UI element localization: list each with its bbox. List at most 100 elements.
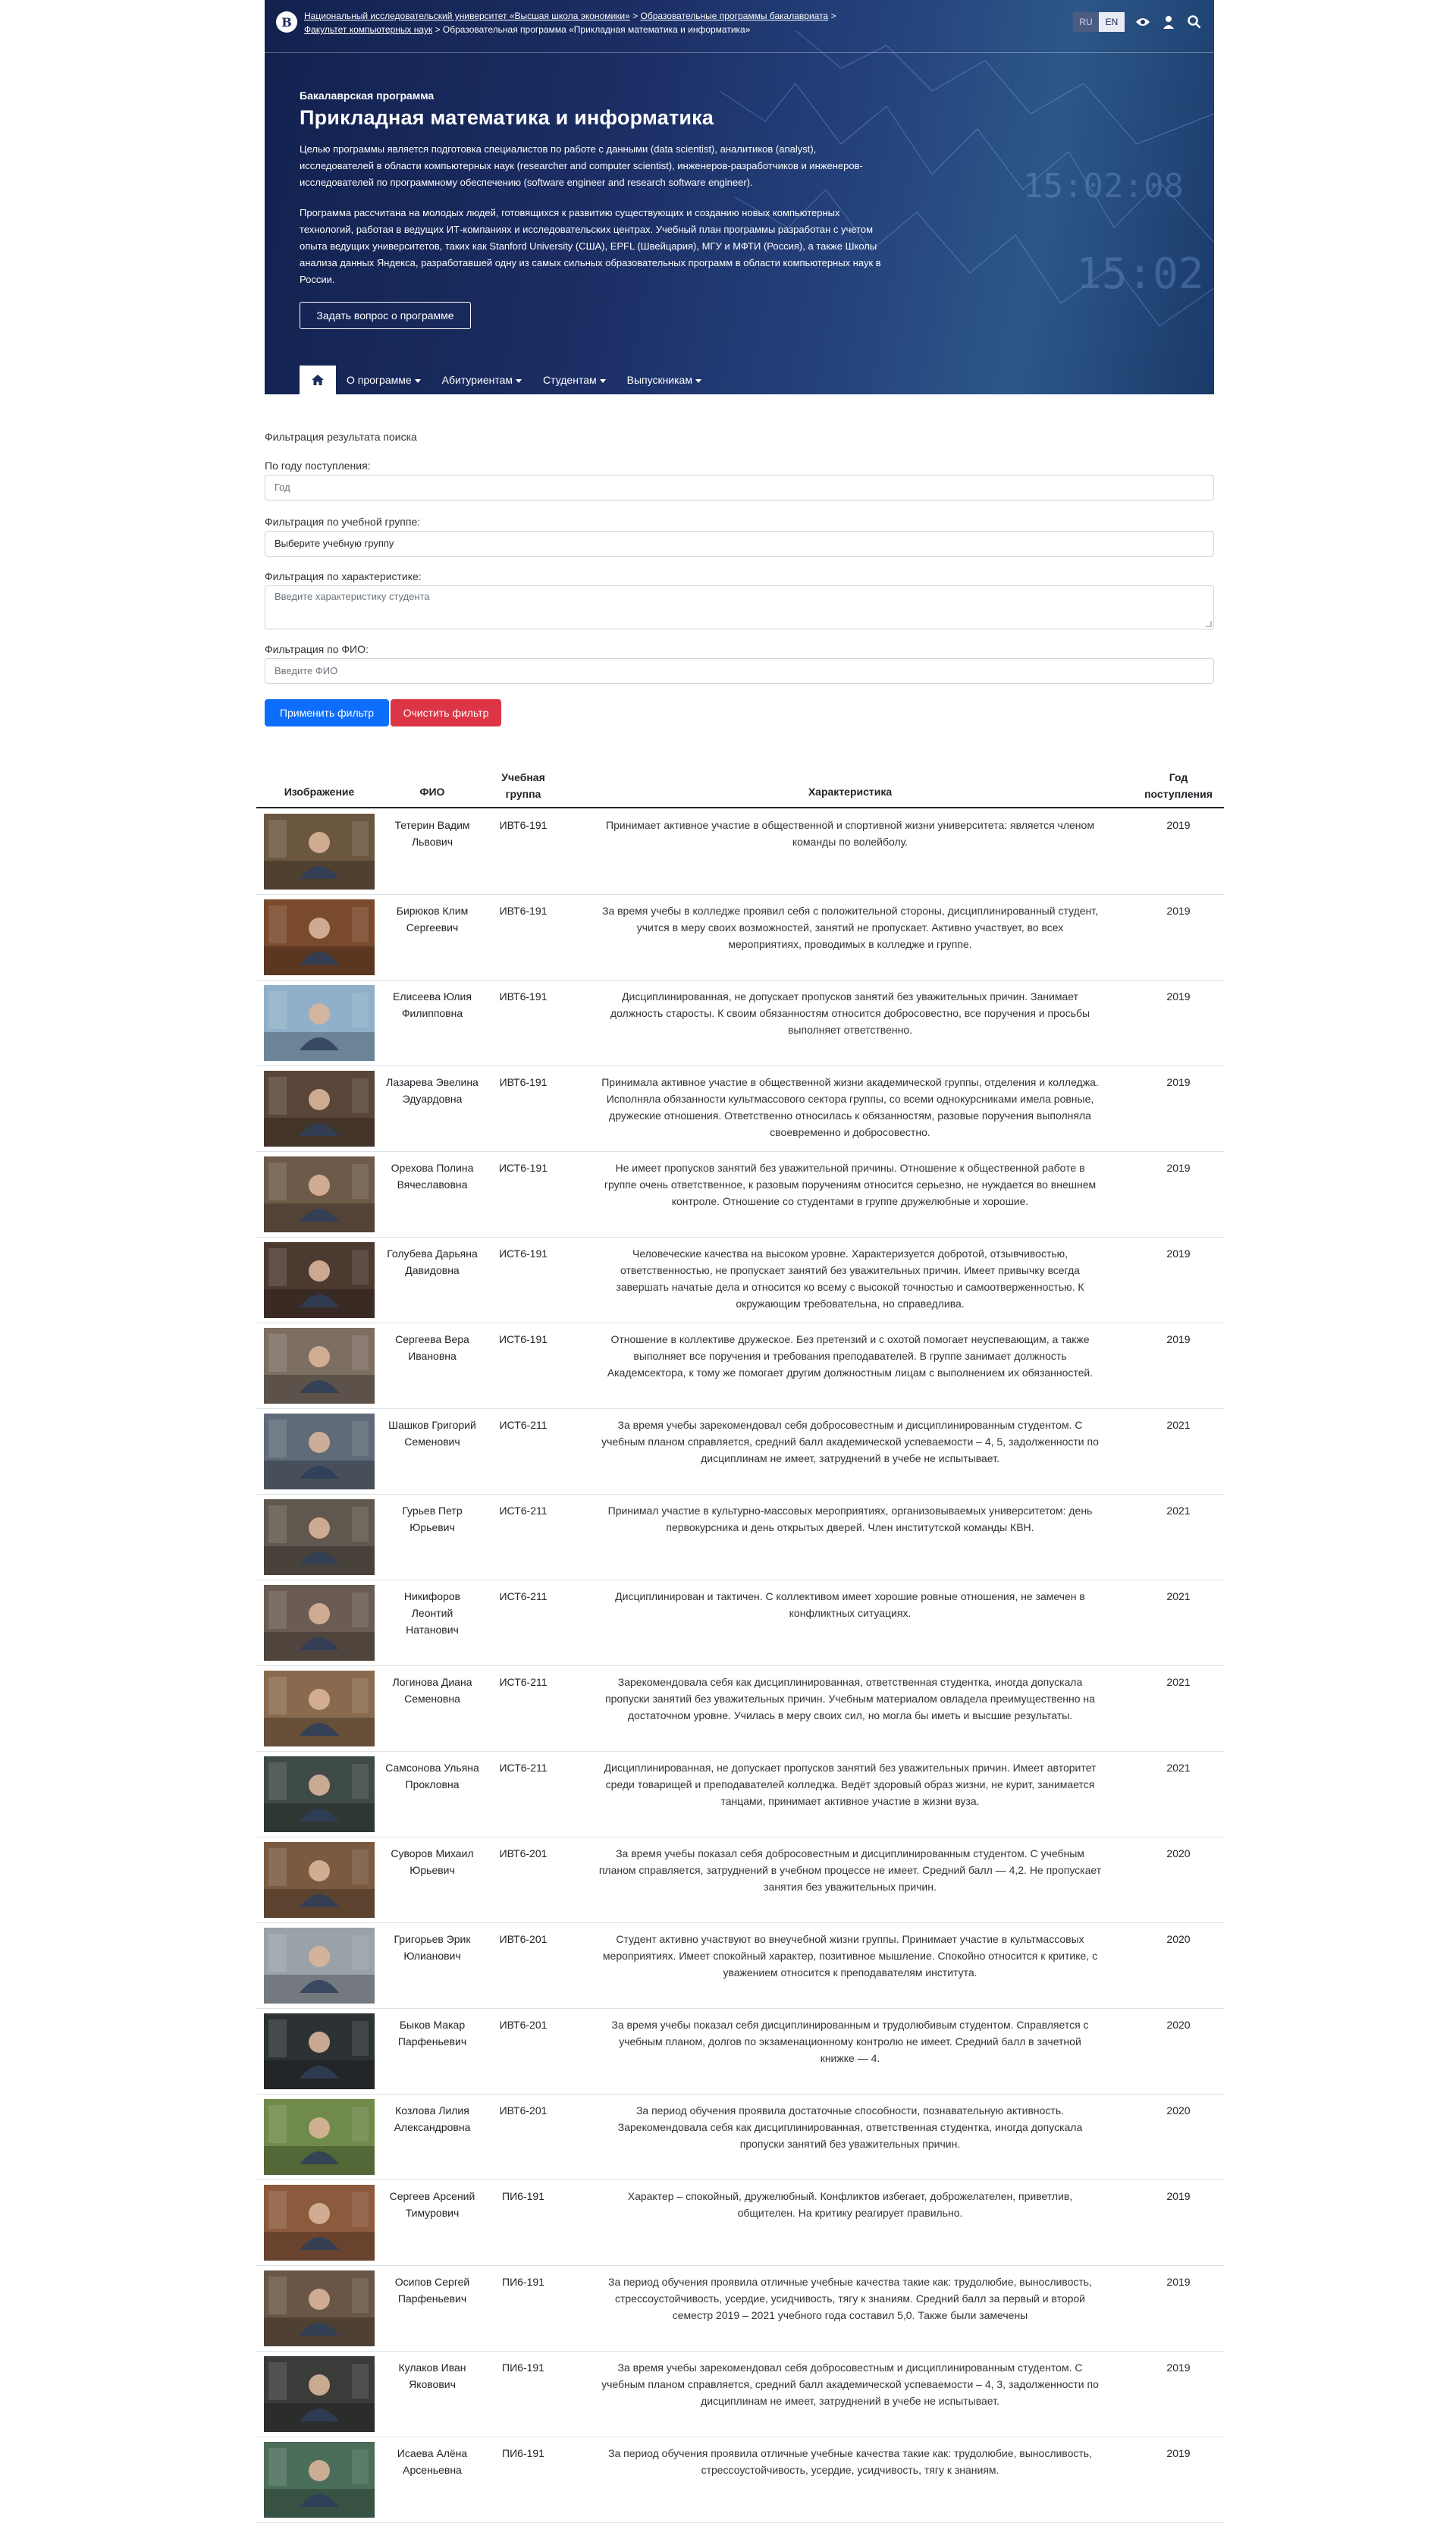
student-photo: [264, 985, 375, 1061]
student-photo: [264, 1671, 375, 1746]
hero-topbar: В Национальный исследовательский универс…: [265, 0, 1214, 53]
nav-students[interactable]: Студентам: [532, 366, 617, 394]
nav-applicants[interactable]: Абитуриентам: [431, 366, 532, 394]
filter-title: Фильтрация результата поиска: [265, 431, 417, 443]
student-year: 2019: [1166, 1333, 1191, 1345]
student-group: ИСТ6-191: [498, 1247, 548, 1260]
eye-icon[interactable]: [1134, 11, 1152, 33]
student-photo: [264, 1414, 375, 1489]
student-name: Орехова Полина Вячеславовна: [391, 1162, 474, 1191]
breadcrumb: Национальный исследовательский университ…: [304, 11, 836, 35]
hero-background-chart: 15:02:08 15:02:10: [719, 30, 1214, 327]
table-row: Сергеева Вера Ивановна ИСТ6-191 Отношение в…: [256, 1323, 1224, 1409]
student-name: Голубева Дарьяна Давидовна: [387, 1247, 478, 1276]
hse-logo-icon[interactable]: В: [275, 11, 298, 33]
student-name: Самсонова Ульяна Прокловна: [385, 1762, 479, 1790]
student-photo: [264, 1242, 375, 1318]
lang-ru-button[interactable]: RU: [1073, 12, 1099, 32]
table-row: Исаева Алёна Арсеньевна ПИ6-191 За период о…: [256, 2437, 1224, 2523]
student-group: ИВТ6-191: [499, 905, 548, 917]
header-characteristic: Характеристика: [808, 786, 893, 798]
student-group: ИСТ6-211: [499, 1419, 548, 1431]
student-characteristic: Характер – спокойный, дружелюбный. Конфл…: [627, 2190, 1073, 2219]
student-photo: [264, 1585, 375, 1661]
group-filter-label: Фильтрация по учебной группе:: [265, 516, 421, 528]
student-name: Гурьев Петр Юрьевич: [402, 1505, 463, 1533]
breadcrumb-current: Образовательная программа «Прикладная ма…: [442, 24, 751, 35]
student-year: 2019: [1166, 819, 1191, 831]
student-characteristic: Принимала активное участие в общественно…: [601, 1076, 1099, 1138]
breadcrumb-link-university[interactable]: Национальный исследовательский университ…: [304, 11, 630, 21]
table-row: Шашков Григорий Семенович ИСТ6-211 За время…: [256, 1409, 1224, 1495]
student-photo: [264, 2013, 375, 2089]
user-icon[interactable]: [1159, 11, 1178, 33]
chevron-down-icon: [599, 378, 606, 383]
student-year: 2019: [1166, 1076, 1191, 1088]
table-row: Самсонова Ульяна Прокловна ИСТ6-211 Дисципл…: [256, 1752, 1224, 1837]
student-characteristic: За период обучения проявила отличные уче…: [608, 2447, 1092, 2476]
table-row: Тетерин Вадим Львович ИВТ6-191 Принимает ак…: [256, 809, 1224, 895]
student-group: ИВТ6-201: [499, 1847, 548, 1859]
student-name: Исаева Алёна Арсеньевна: [397, 2447, 468, 2476]
student-photo: [264, 2099, 375, 2175]
language-switcher: RU EN: [1073, 12, 1125, 32]
svg-text:15:02:10: 15:02:10: [1076, 249, 1214, 299]
student-photo: [264, 1156, 375, 1232]
lang-en-button[interactable]: EN: [1099, 12, 1125, 32]
nav-graduates[interactable]: Выпускникам: [617, 366, 712, 394]
home-tab[interactable]: [300, 366, 336, 394]
student-name: Лазарева Эвелина Эдуардовна: [386, 1076, 479, 1105]
table-row: Суворов Михаил Юрьевич ИВТ6-201 За время уч…: [256, 1837, 1224, 1923]
table-row: Быков Макар Парфеньевич ИВТ6-201 За время у…: [256, 2009, 1224, 2095]
table-row: Осипов Сергей Парфеньевич ПИ6-191 За период…: [256, 2266, 1224, 2352]
student-name: Логинова Диана Семеновна: [392, 1676, 472, 1705]
resize-handle-icon[interactable]: [1206, 621, 1212, 627]
student-name: Суворов Михаил Юрьевич: [391, 1847, 474, 1876]
svg-text:В: В: [281, 15, 292, 30]
ask-question-button[interactable]: Задать вопрос о программе: [300, 302, 471, 329]
student-characteristic: За время учебы зарекомендовал себя добро…: [601, 2361, 1099, 2407]
search-icon[interactable]: [1185, 11, 1203, 33]
top-icons: [1134, 11, 1203, 33]
apply-filter-button[interactable]: Применить фильтр: [265, 699, 389, 726]
characteristic-textarea[interactable]: Введите характеристику студента: [265, 585, 1214, 629]
year-filter-label: По году поступления:: [265, 460, 371, 472]
student-name: Сергеева Вера Ивановна: [395, 1333, 469, 1362]
nav-about[interactable]: О программе: [336, 366, 431, 394]
student-group: ПИ6-191: [502, 2447, 544, 2459]
student-year: 2020: [1166, 2104, 1191, 2117]
clear-filter-button[interactable]: Очистить фильтр: [391, 699, 501, 726]
student-year: 2020: [1166, 2019, 1191, 2031]
student-name: Бирюков Клим Сергеевич: [396, 905, 469, 934]
table-row: Бирюков Клим Сергеевич ИВТ6-191 За время уч…: [256, 895, 1224, 981]
year-input[interactable]: Год: [265, 475, 1214, 501]
svg-text:15:02:08: 15:02:08: [1023, 167, 1184, 206]
student-year: 2019: [1166, 990, 1191, 1003]
student-characteristic: За время учебы показал себя добросовестн…: [598, 1847, 1102, 1893]
student-name: Никифоров Леонтий Натанович: [403, 1590, 461, 1636]
table-row: Кулаков Иван Яковович ПИ6-191 За время учеб…: [256, 2352, 1224, 2437]
table-row: Сергеев Арсений Тимурович ПИ6-191 Характер …: [256, 2180, 1224, 2266]
student-characteristic: Принимает активное участие в общественно…: [606, 819, 1094, 848]
student-year: 2019: [1166, 2361, 1191, 2374]
char-filter-label: Фильтрация по характеристике:: [265, 570, 422, 582]
student-group: ИВТ6-191: [499, 990, 548, 1003]
student-characteristic: За время учебы показал себя дисциплиниро…: [611, 2019, 1089, 2064]
breadcrumb-link-faculty[interactable]: Факультет компьютерных наук: [304, 24, 432, 35]
home-icon: [312, 375, 324, 385]
student-characteristic: За период обучения проявила отличные уче…: [608, 2276, 1092, 2321]
group-select[interactable]: Выберите учебную группу: [265, 531, 1214, 557]
student-photo: [264, 2356, 375, 2432]
table-row: Елисеева Юлия Филипповна ИВТ6-191 Дисциплин…: [256, 981, 1224, 1066]
students-table-header: Изображение ФИО Учебная группа Характери…: [256, 766, 1224, 808]
table-row: Никифоров Леонтий Натанович ИСТ6-211 Дисципл…: [256, 1580, 1224, 1666]
student-group: ИВТ6-201: [499, 2019, 548, 2031]
student-group: ПИ6-191: [502, 2361, 544, 2374]
breadcrumb-link-bachelor-programs[interactable]: Образовательные программы бакалавриата: [640, 11, 828, 21]
student-name: Осипов Сергей Парфеньевич: [394, 2276, 470, 2305]
student-group: ИСТ6-211: [499, 1505, 548, 1517]
student-name: Сергеев Арсений Тимурович: [389, 2190, 475, 2219]
fio-input[interactable]: Введите ФИО: [265, 658, 1214, 684]
student-photo: [264, 2270, 375, 2346]
table-row: Григорьев Эрик Юлианович ИВТ6-201 Студент а…: [256, 1923, 1224, 2009]
